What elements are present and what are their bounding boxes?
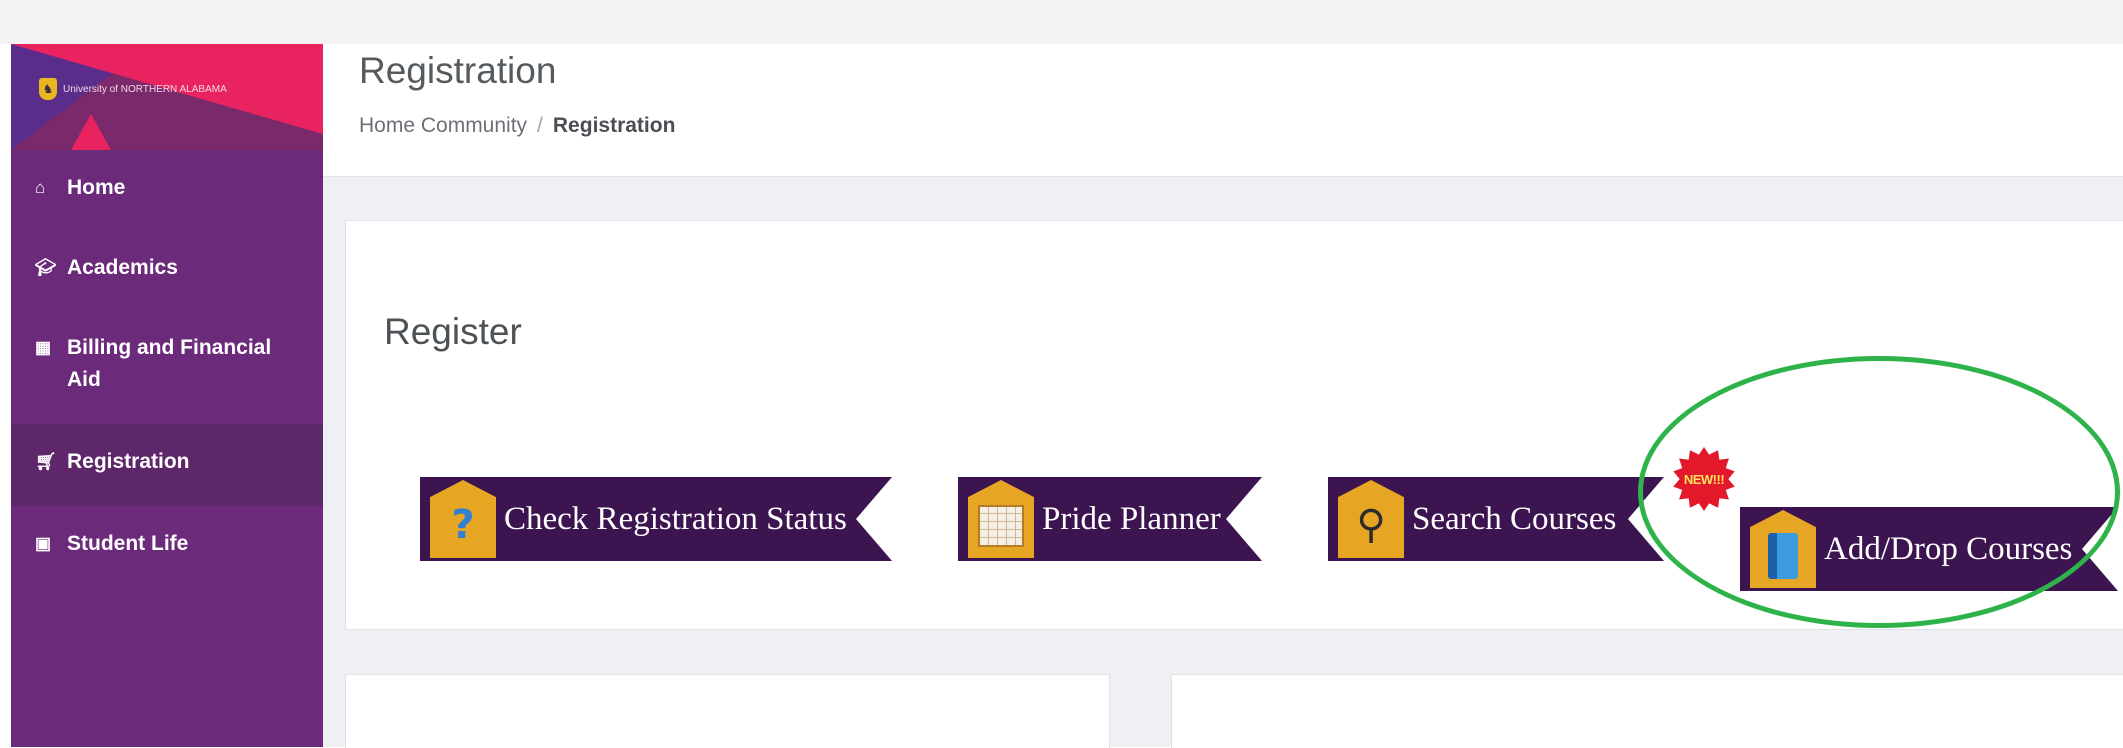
search-courses-button[interactable]: ⚲ Search Courses [1328,477,1664,561]
browser-top-bar [0,0,2123,44]
register-panel: Register ? Check Registration Status Pri… [345,220,2123,630]
breadcrumb-current: Registration [552,114,676,137]
button-label: Search Courses [1412,500,1617,537]
page-header: Registration Home Community / Registrati… [323,44,2123,177]
page-title: Registration [359,50,557,91]
ribbon-notch [1628,477,1664,561]
sidebar: ♞ University of NORTHERN ALABAMA ⌂ Home … [11,44,323,747]
ribbon-notch [1226,477,1262,561]
graduation-cap-icon: 🎓︎ [35,258,57,277]
content-card-right [1171,674,2123,748]
sidebar-item-label: Registration [67,450,190,473]
lion-crest-icon: ♞ [39,78,57,100]
main-content: Registration Home Community / Registrati… [323,44,2123,748]
sidebar-item-billing[interactable]: ▦ Billing and Financial Aid [11,312,323,424]
check-registration-status-button[interactable]: ? Check Registration Status [420,477,892,561]
calculator-icon: ▦ [35,338,52,357]
register-heading: Register [384,311,522,352]
left-frame-edge [0,44,11,747]
pride-planner-button[interactable]: Pride Planner [958,477,1262,561]
add-drop-courses-button[interactable]: Add/Drop Courses [1740,507,2118,591]
breadcrumb: Home Community / Registration [359,114,675,138]
book-icon [1750,510,1816,588]
cart-icon: 🛒︎ [35,452,57,471]
sidebar-item-label: Billing and Financial Aid [67,336,272,391]
sidebar-item-label: Student Life [67,532,189,555]
sidebar-item-home[interactable]: ⌂ Home [11,150,323,230]
image-icon: ▣ [35,534,52,553]
button-label: Check Registration Status [504,500,847,537]
university-logo[interactable]: ♞ University of NORTHERN ALABAMA [39,78,227,100]
content-card-left [345,674,1110,748]
sidebar-item-academics[interactable]: 🎓︎ Academics [11,230,323,312]
breadcrumb-home-community[interactable]: Home Community [359,114,527,138]
sidebar-item-label: Academics [67,256,178,279]
new-badge: NEW!!! [1673,447,1735,511]
home-icon: ⌂ [35,178,46,197]
sidebar-item-registration[interactable]: 🛒︎ Registration [11,424,323,506]
brand-shape-triangle [71,114,111,150]
magnifier-icon: ⚲ [1338,480,1404,558]
ribbon-notch [856,477,892,561]
sidebar-item-student-life[interactable]: ▣ Student Life [11,506,323,588]
ribbon-notch [2082,507,2118,591]
button-label: Add/Drop Courses [1824,530,2073,567]
button-label: Pride Planner [1042,500,1221,537]
university-logo-text: University of NORTHERN ALABAMA [63,83,227,95]
breadcrumb-separator: / [537,114,543,137]
calendar-icon [968,480,1034,558]
question-mark-icon: ? [430,480,496,558]
sidebar-item-label: Home [67,176,126,199]
brand-banner: ♞ University of NORTHERN ALABAMA [11,44,323,150]
